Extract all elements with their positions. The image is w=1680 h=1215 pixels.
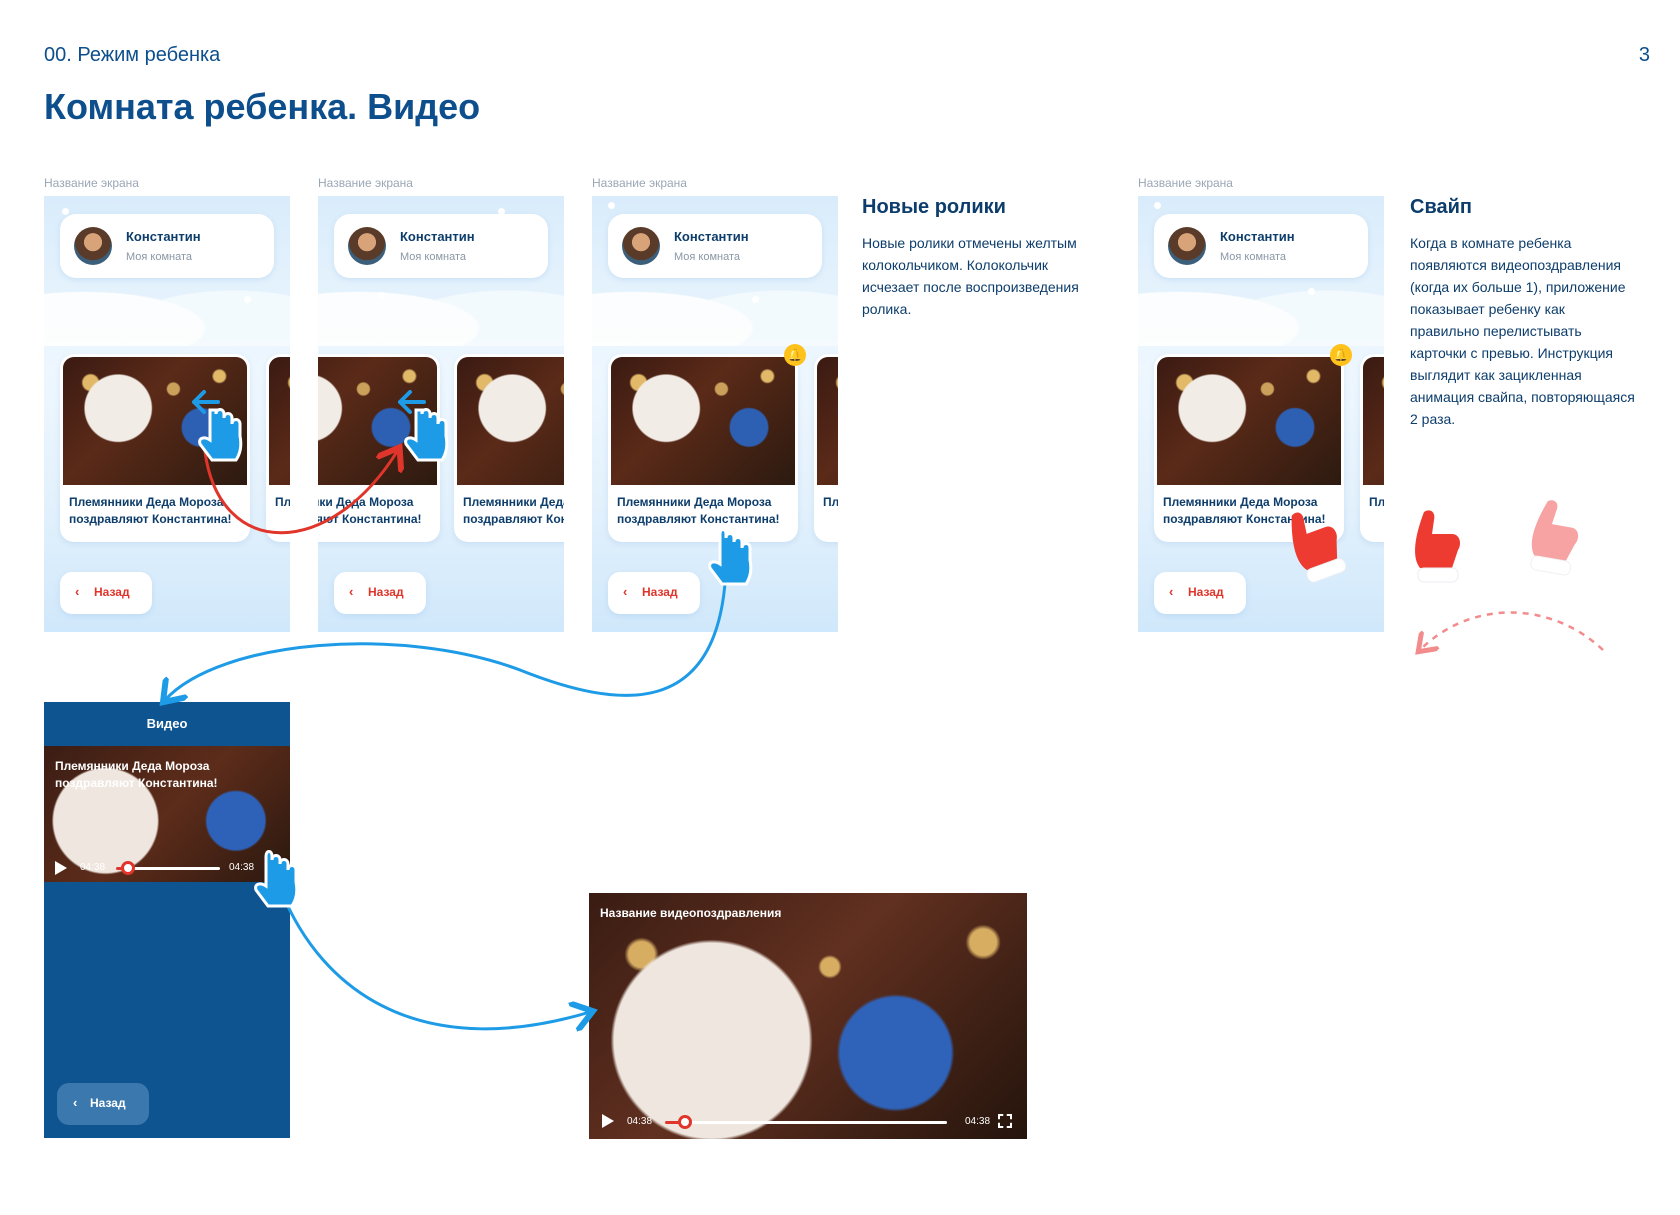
hand-pointer-icon (398, 390, 449, 462)
mitten-hand-icon-faded (1530, 500, 1579, 576)
swipe-flow-arrow (203, 450, 398, 535)
fullscreen-flow-arrow (283, 899, 590, 1029)
mitten-hand-icon (1415, 510, 1460, 583)
flow-overlay (0, 390, 1604, 1215)
swipe-instruction-arrow (1420, 611, 1604, 651)
hand-pointer-icon (254, 850, 299, 908)
hand-pointer-icon (192, 390, 243, 462)
tap-flow-arrow (165, 567, 728, 700)
hand-pointer-icon (708, 528, 753, 586)
mitten-hand-icon (1291, 512, 1347, 583)
